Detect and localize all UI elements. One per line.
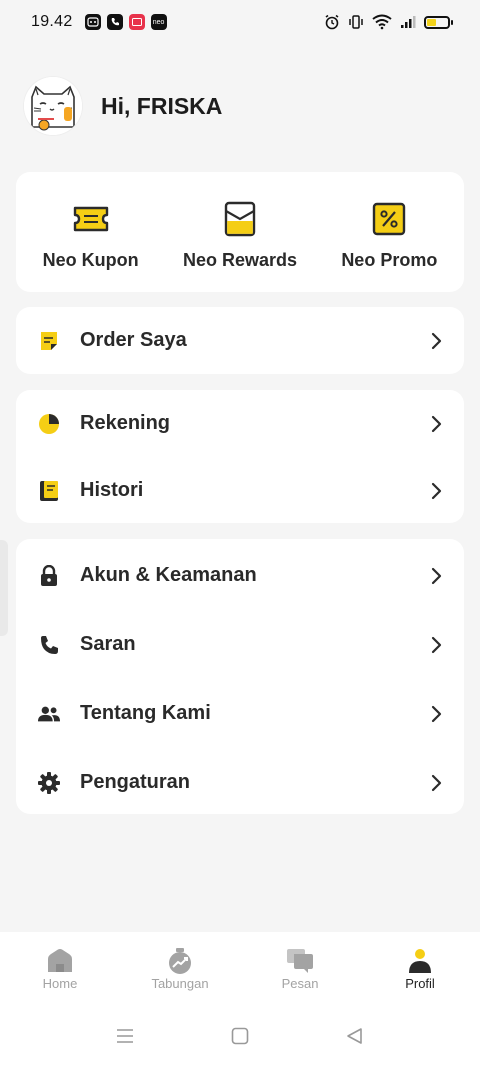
chevron-right-icon [431, 705, 442, 722]
savings-icon [169, 948, 191, 974]
chat-icon [287, 949, 313, 973]
menu-group-orders: Order Saya [16, 307, 464, 374]
menu-item-histori[interactable]: Histori [16, 457, 464, 524]
ticket-icon [72, 200, 110, 238]
book-icon [38, 480, 60, 502]
menu-item-order-saya[interactable]: Order Saya [16, 307, 464, 374]
chevron-right-icon [431, 332, 442, 349]
chevron-right-icon [431, 774, 442, 791]
profile-header: Hi, FRISKA [24, 76, 222, 136]
system-status-icons [324, 14, 453, 30]
quick-label: Neo Kupon [42, 250, 139, 270]
signal-icon [401, 16, 416, 28]
menu-group-settings: Akun & Keamanan Saran Tentang Kami Penga… [16, 539, 464, 814]
menu-item-rekening[interactable]: Rekening [16, 390, 464, 457]
people-icon [38, 703, 60, 725]
menu-label: Tentang Kami [80, 702, 211, 724]
envelope-icon [221, 200, 259, 238]
menu-group-account-data: Rekening Histori [16, 390, 464, 523]
quick-actions-card: Neo Kupon Neo Rewards Neo Promo [16, 172, 464, 292]
lock-icon [38, 564, 60, 587]
menu-item-akun-keamanan[interactable]: Akun & Keamanan [16, 541, 464, 610]
nav-pesan[interactable]: Pesan [240, 932, 360, 1000]
menu-label: Rekening [80, 412, 171, 434]
neo-rewards-button[interactable]: Neo Rewards [165, 172, 314, 292]
phone-icon [106, 14, 123, 30]
wifi-icon [372, 14, 392, 30]
percent-tag-icon [370, 200, 408, 238]
quick-label: Neo Promo [341, 250, 438, 270]
menu-label: Saran [80, 633, 136, 655]
phone-icon [38, 634, 60, 656]
notification-icons: neo [84, 14, 167, 30]
chevron-right-icon [431, 482, 442, 499]
person-icon [409, 949, 431, 973]
home-square-icon[interactable] [230, 1026, 250, 1046]
neo-promo-button[interactable]: Neo Promo [315, 172, 464, 292]
gear-icon [38, 771, 60, 794]
pie-chart-icon [38, 413, 60, 435]
lucky-cat-avatar [24, 77, 82, 135]
menu-label: Histori [80, 479, 144, 501]
vibrate-icon [349, 15, 363, 29]
bottom-navigation: Home Tabungan Pesan Profil [0, 932, 480, 1000]
nav-profil[interactable]: Profil [360, 932, 480, 1000]
battery-icon [424, 15, 453, 29]
menu-item-pengaturan[interactable]: Pengaturan [16, 748, 464, 817]
dice-icon [84, 14, 101, 30]
neo-kupon-button[interactable]: Neo Kupon [16, 172, 165, 292]
nav-label: Pesan [281, 976, 319, 991]
avatar[interactable] [24, 77, 82, 135]
nav-label: Home [42, 976, 78, 991]
status-time: 19.42 [31, 13, 73, 30]
chevron-right-icon [431, 415, 442, 432]
quick-label: Neo Rewards [182, 250, 298, 270]
menu-label: Akun & Keamanan [80, 564, 257, 586]
note-icon [38, 330, 60, 352]
nav-tabungan[interactable]: Tabungan [120, 932, 240, 1000]
edge-panel-handle[interactable] [0, 540, 8, 636]
chevron-right-icon [431, 567, 442, 584]
status-bar: 19.42 neo [0, 0, 480, 44]
menu-label: Pengaturan [80, 771, 191, 793]
menu-item-saran[interactable]: Saran [16, 610, 464, 679]
alarm-icon [325, 14, 339, 30]
menu-label: Order Saya [80, 329, 187, 351]
image-icon [128, 14, 145, 30]
chevron-right-icon [431, 636, 442, 653]
neo-app-icon: neo [150, 14, 167, 30]
back-triangle-icon[interactable] [345, 1026, 365, 1046]
home-icon [48, 949, 72, 972]
system-navigation-bar [0, 1000, 480, 1066]
recents-icon[interactable] [115, 1026, 135, 1046]
nav-label: Tabungan [151, 976, 209, 991]
nav-label: Profil [405, 976, 435, 991]
greeting-text: Hi, FRISKA [101, 92, 223, 119]
menu-item-tentang-kami[interactable]: Tentang Kami [16, 679, 464, 748]
nav-home[interactable]: Home [0, 932, 120, 1000]
